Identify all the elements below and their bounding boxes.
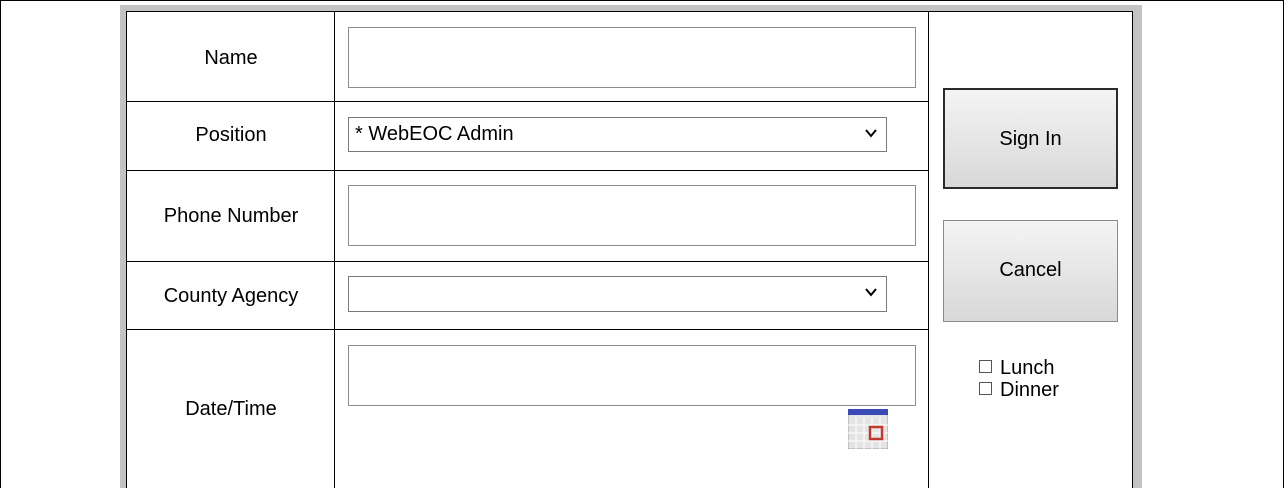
dinner-option[interactable]: Dinner — [979, 379, 1059, 402]
calendar-icon[interactable] — [848, 409, 888, 449]
position-select[interactable]: * WebEOC Admin — [348, 117, 887, 152]
date-time-input[interactable] — [348, 345, 916, 406]
sign-in-form: Name Position Phone Number County Agency… — [126, 11, 1133, 488]
county-agency-select[interactable] — [348, 276, 887, 312]
county-agency-label: County Agency — [163, 285, 299, 307]
chevron-down-icon — [865, 129, 877, 138]
chevron-down-icon — [865, 288, 877, 297]
lunch-label: Lunch — [1000, 357, 1055, 379]
phone-number-label: Phone Number — [163, 205, 299, 227]
phone-number-input[interactable] — [348, 185, 916, 246]
position-select-value: * WebEOC Admin — [355, 123, 514, 145]
name-input[interactable] — [348, 27, 916, 88]
cancel-button[interactable]: Cancel — [943, 220, 1118, 322]
column-divider-actions — [928, 12, 929, 488]
row-divider — [127, 170, 928, 171]
position-label: Position — [195, 124, 267, 146]
dinner-checkbox[interactable] — [979, 382, 992, 395]
lunch-option[interactable]: Lunch — [979, 357, 1055, 380]
lunch-checkbox[interactable] — [979, 360, 992, 373]
row-divider — [127, 261, 928, 262]
row-divider — [127, 329, 928, 330]
name-label: Name — [204, 47, 258, 69]
sign-in-button[interactable]: Sign In — [943, 88, 1118, 189]
row-divider — [127, 101, 928, 102]
dinner-label: Dinner — [1000, 379, 1059, 401]
date-time-label: Date/Time — [185, 398, 277, 420]
